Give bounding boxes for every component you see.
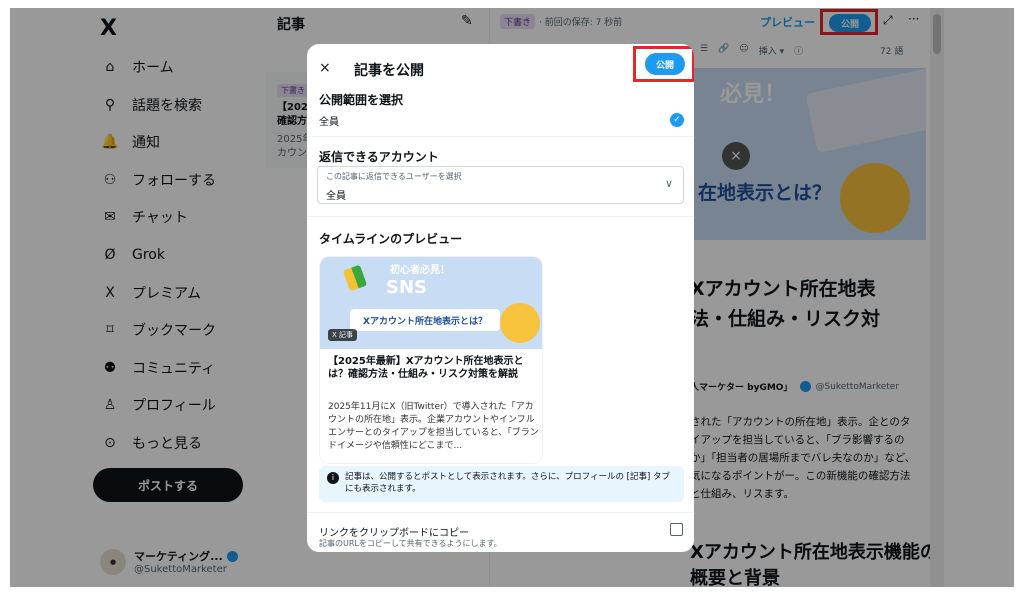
dialog-title: 記事を公開: [354, 63, 424, 79]
dialog-publish-button[interactable]: 公開: [645, 53, 685, 75]
card-image-text: 初心者必見！: [390, 265, 450, 276]
info-notice: i 記事は、公開するとポストとして表示されます。さらに、プロフィールの [記事]…: [319, 466, 684, 502]
divider: [307, 136, 694, 137]
info-icon: i: [327, 472, 339, 484]
card-image-text: Xアカウント所在地表示とは？: [350, 309, 500, 331]
card-title: 【2025年最新】Xアカウント所在地表示とは？確認方法・仕組み・リスク対策を解説: [328, 356, 524, 380]
copy-link-description: 記事のURLをコピーして共有できるようにします。: [319, 539, 502, 548]
divider: [307, 512, 694, 513]
card-image: 初心者必見！ SNS Xアカウント所在地表示とは？ X 記事: [320, 257, 542, 349]
copy-link-checkbox[interactable]: [670, 523, 683, 536]
reply-select-value: 全員: [326, 191, 346, 202]
audience-value[interactable]: 全員: [319, 113, 339, 128]
check-icon[interactable]: ✓: [670, 113, 684, 127]
browser-frame: X ⌂ ホーム ⚲ 話題を検索 🔔 通知 ⚇ フォローする ✉ チャット Ø Grok X プレミアム ⌑ ブ…: [10, 8, 1014, 587]
divider: [307, 216, 694, 217]
timeline-preview-heading: タイムラインのプレビュー: [319, 232, 463, 246]
timeline-preview-card: 初心者必見！ SNS Xアカウント所在地表示とは？ X 記事 【2025年最新】…: [319, 256, 543, 464]
reply-select-label: この記事に返信できるユーザーを選択: [326, 172, 462, 181]
close-icon[interactable]: ×: [319, 60, 331, 76]
card-image-text: SNS: [386, 277, 427, 298]
beginner-mark-icon: [342, 264, 368, 292]
audience-heading: 公開範囲を選択: [319, 93, 404, 107]
reply-select[interactable]: この記事に返信できるユーザーを選択 全員 ∨: [317, 166, 684, 204]
card-body: 2025年11月にX（旧Twitter）で導入された「アカウントの所在地」表示。…: [328, 402, 539, 451]
chevron-down-icon: ∨: [664, 177, 673, 190]
notice-text: 記事は、公開するとポストとして表示されます。さらに、プロフィールの [記事] タ…: [345, 472, 671, 494]
copy-link-label: リンクをクリップボードにコピー: [319, 528, 469, 539]
thinking-face-icon: [500, 303, 540, 343]
publish-dialog: × 記事を公開 公開 公開範囲を選択 全員 ✓ 返信できるアカウント この記事に…: [307, 44, 694, 552]
article-badge: X 記事: [328, 329, 358, 341]
reply-heading: 返信できるアカウント: [319, 150, 439, 164]
